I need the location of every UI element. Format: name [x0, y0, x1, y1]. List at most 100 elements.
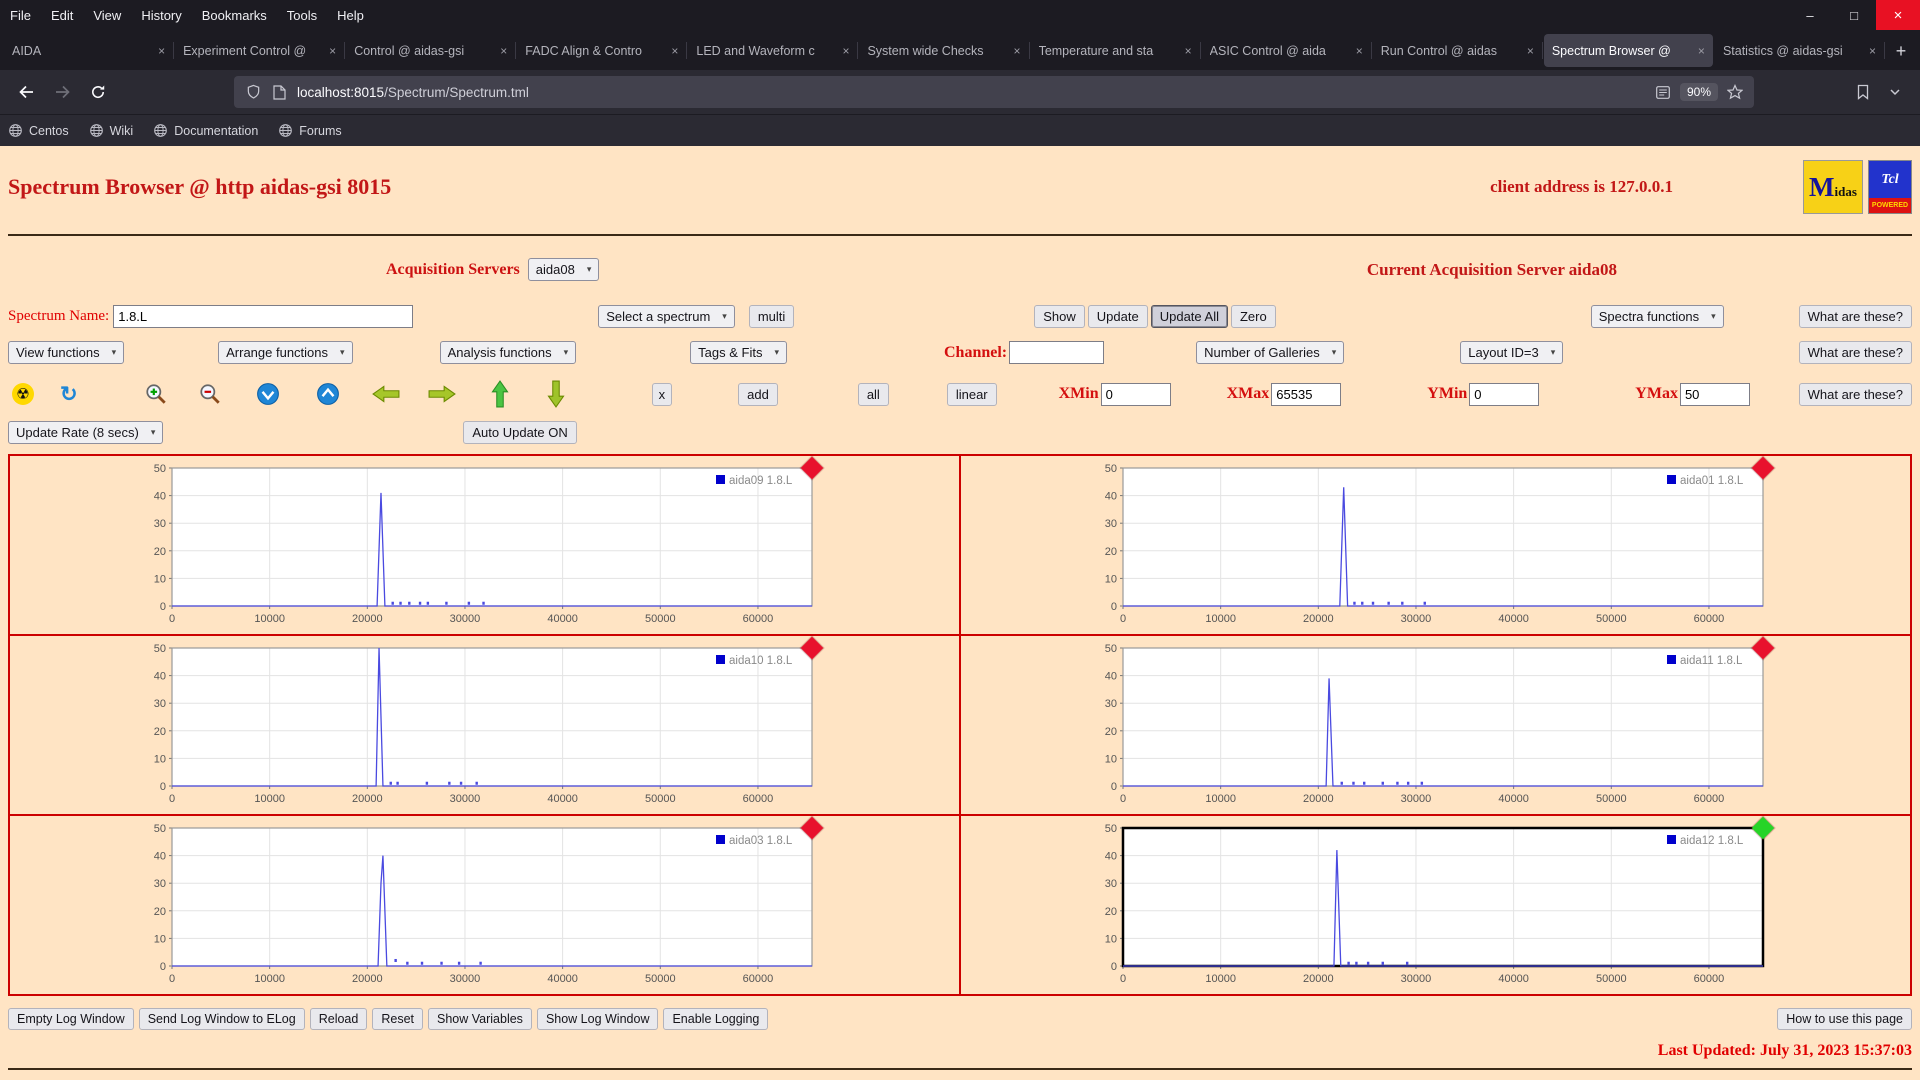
show-variables-button[interactable]: Show Variables — [428, 1008, 532, 1030]
view-functions-select[interactable]: View functions ▾ — [8, 341, 125, 364]
menu-file[interactable]: File — [0, 0, 41, 30]
menu-bookmarks[interactable]: Bookmarks — [192, 0, 277, 30]
tab-close-icon[interactable]: × — [1698, 44, 1705, 58]
tab-close-icon[interactable]: × — [671, 44, 678, 58]
shift-down-button[interactable] — [546, 380, 566, 408]
show-log-window-button[interactable]: Show Log Window — [536, 1008, 659, 1030]
y-expand-button[interactable] — [316, 382, 340, 406]
menu-tools[interactable]: Tools — [277, 0, 327, 30]
what-are-these-button-2[interactable]: What are these? — [1798, 341, 1912, 364]
enable-logging-button[interactable]: Enable Logging — [663, 1008, 769, 1030]
maximize-button[interactable]: □ — [1832, 0, 1876, 30]
ymax-input[interactable] — [1679, 382, 1750, 406]
url-bar[interactable]: localhost:8015/Spectrum/Spectrum.tml 90% — [234, 76, 1754, 108]
tab-fadc-align-contro[interactable]: FADC Align & Contro × — [517, 34, 688, 67]
tab-spectrum-browser[interactable]: Spectrum Browser @ × — [1543, 34, 1713, 67]
tab-close-icon[interactable]: × — [842, 44, 849, 58]
tab-experiment-control[interactable]: Experiment Control @ × — [175, 34, 346, 67]
zoom-indicator[interactable]: 90% — [1679, 83, 1718, 101]
forward-button[interactable] — [46, 77, 78, 107]
auto-update-button[interactable]: Auto Update ON — [463, 421, 577, 444]
send-log-window-to-elog-button[interactable]: Send Log Window to ELog — [138, 1008, 305, 1030]
zoom-in-button[interactable] — [144, 382, 168, 406]
number-of-galleries-select[interactable]: Number of Galleries ▾ — [1196, 341, 1345, 364]
bookmark-forums[interactable]: Forums — [278, 123, 342, 138]
page-info-icon[interactable] — [270, 83, 288, 101]
update-all-button[interactable]: Update All — [1150, 305, 1228, 328]
add-button[interactable]: add — [738, 382, 778, 406]
reset-button[interactable]: Reset — [372, 1008, 423, 1030]
zero-button[interactable]: Zero — [1230, 305, 1276, 328]
back-button[interactable] — [10, 77, 42, 107]
pan-right-button[interactable] — [428, 384, 456, 404]
radiation-button[interactable]: ☢ — [12, 383, 34, 405]
analysis-functions-select[interactable]: Analysis functions ▾ — [439, 341, 577, 364]
update-button[interactable]: Update — [1087, 305, 1148, 328]
how-to-use-button[interactable]: How to use this page — [1777, 1008, 1912, 1030]
spectrum-panel-aida11-1-8-l[interactable]: 0 10000 20000 30000 40000 50000 60000 0 10 20 30 40… — [960, 635, 1911, 815]
zoom-out-button[interactable] — [198, 382, 222, 406]
tab-close-icon[interactable]: × — [1356, 44, 1363, 58]
empty-log-window-button[interactable]: Empty Log Window — [8, 1008, 134, 1030]
bookmark-wiki[interactable]: Wiki — [89, 123, 133, 138]
menu-help[interactable]: Help — [327, 0, 374, 30]
spectra-functions-select[interactable]: Spectra functions ▾ — [1590, 305, 1724, 328]
xmin-input[interactable] — [1100, 382, 1171, 406]
tab-system-wide-checks[interactable]: System wide Checks × — [859, 34, 1030, 67]
refresh-button[interactable]: ↻ — [60, 383, 78, 405]
spectrum-panel-aida01-1-8-l[interactable]: 0 10000 20000 30000 40000 50000 60000 0 10 20 30 40… — [960, 455, 1911, 635]
minimize-button[interactable]: – — [1788, 0, 1832, 30]
ymin-input[interactable] — [1469, 382, 1540, 406]
show-button[interactable]: Show — [1034, 305, 1085, 328]
tab-close-icon[interactable]: × — [500, 44, 507, 58]
spectrum-name-input[interactable] — [113, 305, 414, 328]
close-button[interactable]: × — [1876, 0, 1920, 30]
tab-close-icon[interactable]: × — [158, 44, 165, 58]
tab-statistics-aidas-gsi[interactable]: Statistics @ aidas-gsi × — [1715, 34, 1886, 67]
pan-left-button[interactable] — [371, 384, 400, 404]
spectrum-panel-aida09-1-8-l[interactable]: 0 10000 20000 30000 40000 50000 60000 0 10 20 30 40… — [9, 455, 960, 635]
layout-id-select[interactable]: Layout ID=3 ▾ — [1460, 341, 1564, 364]
menu-edit[interactable]: Edit — [41, 0, 83, 30]
spectrum-panel-aida03-1-8-l[interactable]: 0 10000 20000 30000 40000 50000 60000 0 10 20 30 40… — [9, 815, 960, 995]
bookmark-centos[interactable]: Centos — [8, 123, 69, 138]
new-tab-button[interactable]: + — [1885, 35, 1917, 67]
menu-history[interactable]: History — [131, 0, 191, 30]
menu-view[interactable]: View — [83, 0, 131, 30]
arrange-functions-select[interactable]: Arrange functions ▾ — [218, 341, 353, 364]
reload-button[interactable]: Reload — [309, 1008, 368, 1030]
reload-button[interactable] — [82, 77, 114, 107]
y-compress-button[interactable] — [256, 382, 280, 406]
tab-control-aidas-gsi[interactable]: Control @ aidas-gsi × — [346, 34, 517, 67]
tab-temperature-and-sta[interactable]: Temperature and sta × — [1031, 34, 1201, 67]
spectrum-select[interactable]: Select a spectrum ▾ — [598, 305, 735, 328]
multi-button[interactable]: multi — [748, 305, 795, 328]
what-are-these-button-1[interactable]: What are these? — [1798, 305, 1912, 328]
shift-up-button[interactable] — [490, 380, 510, 408]
tab-led-and-waveform-c[interactable]: LED and Waveform c × — [688, 34, 859, 67]
all-button[interactable]: all — [857, 382, 889, 406]
tab-run-control-aidas[interactable]: Run Control @ aidas × — [1373, 34, 1543, 67]
acquisition-server-select[interactable]: aida08 ▾ — [527, 258, 600, 281]
what-are-these-button-3[interactable]: What are these? — [1798, 382, 1912, 406]
overflow-chevron-icon[interactable] — [1886, 83, 1904, 101]
tab-close-icon[interactable]: × — [1527, 44, 1534, 58]
spectrum-panel-aida12-1-8-l[interactable]: 0 10000 20000 30000 40000 50000 60000 0 10 20 30 40… — [960, 815, 1911, 995]
tab-close-icon[interactable]: × — [1185, 44, 1192, 58]
bookmark-ribbon-icon[interactable] — [1854, 83, 1872, 101]
tab-close-icon[interactable]: × — [1869, 44, 1876, 58]
update-rate-select[interactable]: Update Rate (8 secs) ▾ — [8, 421, 164, 444]
tab-aida[interactable]: AIDA × — [4, 34, 175, 67]
reader-mode-icon[interactable] — [1654, 83, 1672, 101]
tab-close-icon[interactable]: × — [329, 44, 336, 58]
bookmark-documentation[interactable]: Documentation — [153, 123, 258, 138]
tags-fits-select[interactable]: Tags & Fits ▾ — [690, 341, 787, 364]
tab-asic-control-aida[interactable]: ASIC Control @ aida × — [1202, 34, 1372, 67]
tab-close-icon[interactable]: × — [1014, 44, 1021, 58]
bookmark-star-icon[interactable] — [1726, 83, 1744, 101]
x-button[interactable]: x — [651, 382, 673, 406]
xmax-input[interactable] — [1271, 382, 1342, 406]
linear-button[interactable]: linear — [946, 382, 997, 406]
channel-input[interactable] — [1009, 341, 1105, 364]
spectrum-panel-aida10-1-8-l[interactable]: 0 10000 20000 30000 40000 50000 60000 0 10 20 30 40… — [9, 635, 960, 815]
